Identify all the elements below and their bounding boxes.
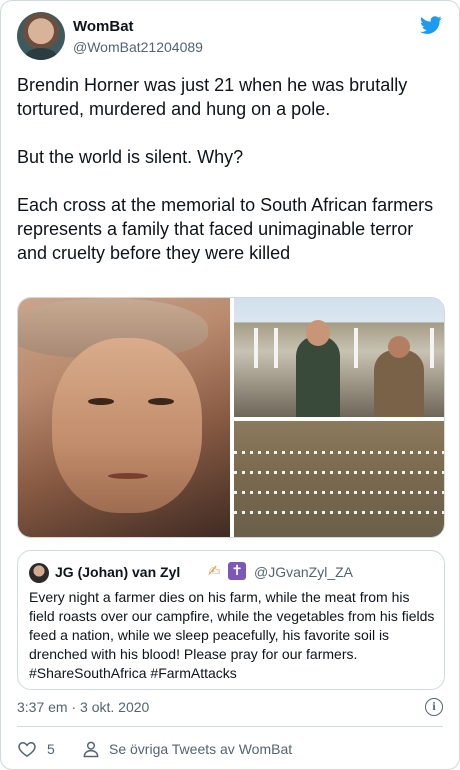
quoted-tweet[interactable]: JG (Johan) van Zyl ✍ ✝ @JGvanZyl_ZA Ever… — [17, 550, 445, 690]
author-handle[interactable]: @WomBat21204089 — [73, 39, 203, 55]
tweet-media-grid[interactable] — [17, 297, 445, 538]
author-name[interactable]: WomBat — [73, 18, 134, 35]
twitter-bird-icon[interactable] — [419, 14, 443, 36]
quoted-text: Every night a farmer dies on his farm, w… — [29, 589, 435, 681]
info-icon[interactable]: i — [425, 698, 443, 716]
heart-icon[interactable] — [17, 739, 37, 759]
cross-icon: ✝ — [228, 562, 246, 580]
author-avatar[interactable] — [17, 12, 65, 60]
memorial-crosses-photo[interactable] — [234, 421, 444, 537]
quoted-author-name: JG (Johan) van Zyl — [55, 564, 181, 580]
portrait-photo[interactable] — [18, 298, 230, 537]
writing-hand-icon: ✍ — [208, 563, 221, 580]
person-icon[interactable] — [81, 739, 101, 759]
tweet-header: WomBat @WomBat21204089 — [17, 12, 443, 62]
quoted-author-handle: @JGvanZyl_ZA — [254, 564, 354, 580]
like-count[interactable]: 5 — [47, 741, 55, 757]
tweet-text: Brendin Horner was just 21 when he was b… — [17, 75, 434, 263]
more-tweets-link[interactable]: Se övriga Tweets av WomBat — [109, 741, 292, 757]
quoted-author-avatar — [29, 563, 49, 583]
tweet-actions: 5 Se övriga Tweets av WomBat — [17, 738, 445, 760]
tweet-card: WomBat @WomBat21204089 Brendin Horner wa… — [0, 0, 460, 770]
memorial-people-photo[interactable] — [234, 298, 444, 417]
tweet-timestamp[interactable]: 3:37 em · 3 okt. 2020 — [17, 699, 149, 715]
divider — [17, 726, 443, 727]
